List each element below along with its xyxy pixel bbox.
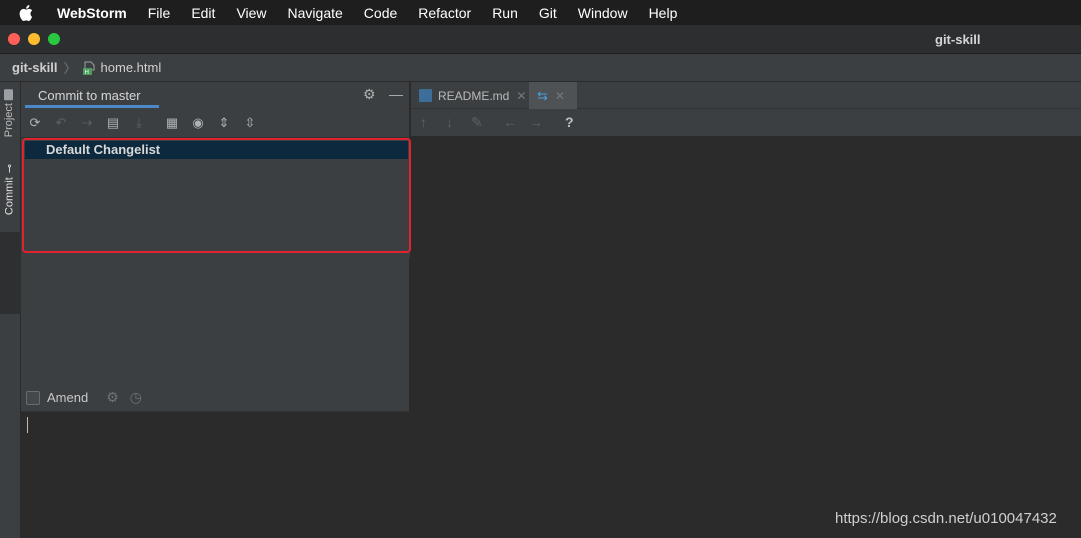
breadcrumb-project[interactable]: git-skill <box>12 60 58 75</box>
window-title-bar: git-skill <box>0 25 1081 54</box>
rollback-icon[interactable]: ↶ <box>53 115 69 131</box>
menu-edit[interactable]: Edit <box>191 5 215 21</box>
apple-icon[interactable] <box>19 0 37 25</box>
breadcrumb-file[interactable]: home.html <box>101 60 162 75</box>
diff-arrow-icon[interactable]: ⇢ <box>79 115 95 131</box>
menu-file[interactable]: File <box>148 5 171 21</box>
tab-readme-label: README.md <box>438 88 510 103</box>
watermark: https://blog.csdn.net/u010047432 <box>835 510 1057 527</box>
hide-panel-icon[interactable]: — <box>389 86 403 102</box>
commit-tool-tab-bg <box>0 232 21 314</box>
window-title: git-skill <box>935 32 981 47</box>
gear-icon[interactable]: ⚙ <box>363 86 376 103</box>
amend-checkbox[interactable] <box>26 390 40 405</box>
commit-panel-title[interactable]: Commit to master <box>38 88 141 103</box>
amend-checkbox-row[interactable]: Amend ⚙ ◷ <box>26 389 142 406</box>
download-icon[interactable]: ⤓ <box>131 115 147 131</box>
svg-text:H: H <box>84 69 89 75</box>
tool-window-stripe: Project Commit ⊸ <box>0 82 21 538</box>
commit-tool-tab[interactable]: Commit ⊸ <box>3 164 17 216</box>
active-tab-underline <box>25 105 159 108</box>
commit-tab-label: Commit <box>3 177 16 216</box>
close-window-button[interactable] <box>8 33 20 45</box>
tab-readme[interactable]: README.md ✕ <box>419 82 529 109</box>
breadcrumb-separator-icon: 〉 <box>63 61 77 76</box>
menu-bar: WebStorm File Edit View Navigate Code Re… <box>0 0 1081 25</box>
menu-code[interactable]: Code <box>364 5 397 21</box>
collapse-all-icon[interactable]: ⇳ <box>242 115 258 131</box>
app-name-menu[interactable]: WebStorm <box>57 5 127 21</box>
zoom-window-button[interactable] <box>48 33 60 45</box>
eye-icon[interactable]: ◉ <box>190 115 206 131</box>
editor-tab-bar: README.md ✕ ⇆ ✕ <box>411 82 1081 109</box>
previous-difference-icon[interactable]: ↑ <box>420 114 427 130</box>
menu-window[interactable]: Window <box>578 5 628 21</box>
edit-icon[interactable]: ✎ <box>471 114 483 131</box>
help-icon[interactable]: ? <box>565 114 574 130</box>
menu-refactor[interactable]: Refactor <box>418 5 471 21</box>
menu-git[interactable]: Git <box>539 5 557 21</box>
commit-message-input[interactable] <box>21 411 410 538</box>
diff-toolbar: ↑ ↓ ✎ ← → ? <box>411 109 1081 137</box>
folder-icon <box>4 89 14 100</box>
gear-icon[interactable]: ⚙ <box>106 389 119 406</box>
diff-icon: ⇆ <box>537 87 548 103</box>
commit-toolbar: ⟳ ↶ ⇢ ▤ ⤓ ▦ ◉ ⇕ ⇳ <box>21 110 410 138</box>
close-icon[interactable]: ✕ <box>516 89 526 103</box>
previous-file-icon[interactable]: ← <box>503 114 517 130</box>
text-caret <box>27 417 28 433</box>
history-icon[interactable]: ◷ <box>130 389 142 406</box>
highlight-box <box>22 138 411 253</box>
markdown-file-icon <box>419 89 432 102</box>
diff-editor[interactable] <box>411 137 1081 538</box>
commit-icon: ⊸ <box>4 164 16 174</box>
project-tool-tab[interactable]: Project <box>3 89 15 138</box>
group-by-icon[interactable]: ▦ <box>164 115 180 131</box>
project-tab-label: Project <box>3 103 15 138</box>
html-file-icon: H <box>82 61 97 76</box>
refresh-icon[interactable]: ⟳ <box>27 115 43 131</box>
expand-all-icon[interactable]: ⇕ <box>216 115 232 131</box>
breadcrumb: git-skill 〉 H home.html <box>0 54 1081 82</box>
menu-view[interactable]: View <box>236 5 266 21</box>
menu-run[interactable]: Run <box>492 5 518 21</box>
next-file-icon[interactable]: → <box>529 114 543 130</box>
menu-help[interactable]: Help <box>649 5 678 21</box>
menu-navigate[interactable]: Navigate <box>288 5 343 21</box>
close-icon[interactable]: ✕ <box>555 89 565 103</box>
shelve-icon[interactable]: ▤ <box>105 115 121 131</box>
minimize-window-button[interactable] <box>28 33 40 45</box>
amend-label: Amend <box>47 390 89 405</box>
tab-diff[interactable]: ⇆ ✕ <box>529 82 577 109</box>
next-difference-icon[interactable]: ↓ <box>446 114 453 130</box>
